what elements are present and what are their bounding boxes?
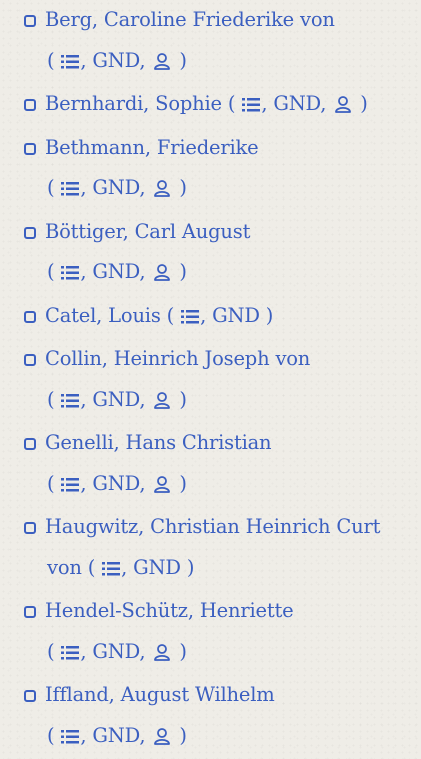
- person-name-link[interactable]: Collin, Heinrich Joseph von: [45, 347, 310, 370]
- person-name-link[interactable]: Berg, Caroline Friederike von: [45, 8, 335, 31]
- person-icon[interactable]: [153, 171, 171, 212]
- close-paren: ): [179, 49, 186, 72]
- close-paren: ): [179, 260, 186, 283]
- person-name-link[interactable]: Bethmann, Friederike: [45, 136, 258, 159]
- gnd-link[interactable]: GND: [273, 92, 320, 115]
- person-name-link[interactable]: Iffland, August Wilhelm: [45, 683, 275, 706]
- person-name-link[interactable]: Haugwitz, Christian Heinrich Curt: [45, 515, 380, 538]
- close-paren: ): [179, 640, 186, 663]
- list-icon[interactable]: [61, 44, 79, 85]
- checkbox-icon[interactable]: [24, 227, 36, 239]
- close-paren: ): [179, 388, 186, 411]
- list-item: Haugwitz, Christian Heinrich Curt von ( …: [24, 507, 414, 591]
- person-name-link[interactable]: Böttiger, Carl August: [45, 220, 250, 243]
- person-name-link[interactable]: Bernhardi, Sophie: [45, 92, 222, 115]
- open-paren: (: [47, 260, 54, 283]
- person-icon[interactable]: [334, 87, 352, 128]
- list-item: Hendel-Schütz, Henriette ( , GND, ): [24, 591, 414, 675]
- checkbox-icon[interactable]: [24, 606, 36, 618]
- checkbox-icon[interactable]: [24, 438, 36, 450]
- person-name-link[interactable]: Catel, Louis: [45, 304, 161, 327]
- close-paren: ): [179, 176, 186, 199]
- person-icon[interactable]: [153, 255, 171, 296]
- list-icon[interactable]: [61, 255, 79, 296]
- person-name-link-continued[interactable]: von: [47, 556, 82, 579]
- person-icon[interactable]: [153, 44, 171, 85]
- list-item: Berg, Caroline Friederike von ( , GND, ): [24, 0, 414, 84]
- open-paren: (: [47, 724, 54, 747]
- gnd-link[interactable]: GND: [92, 640, 139, 663]
- person-icon[interactable]: [153, 635, 171, 676]
- close-paren: ): [360, 92, 367, 115]
- list-item: Böttiger, Carl August ( , GND, ): [24, 212, 414, 296]
- open-paren: (: [47, 640, 54, 663]
- list-item: Catel, Louis ( , GND ): [24, 296, 414, 340]
- open-paren: (: [47, 176, 54, 199]
- list-icon[interactable]: [61, 719, 79, 759]
- checkbox-icon[interactable]: [24, 15, 36, 27]
- list-item: Bethmann, Friederike ( , GND, ): [24, 128, 414, 212]
- close-paren: ): [179, 724, 186, 747]
- person-icon[interactable]: [153, 383, 171, 424]
- close-paren: ): [179, 472, 186, 495]
- checkbox-icon[interactable]: [24, 354, 36, 366]
- list-icon[interactable]: [61, 467, 79, 508]
- list-item: Iffland, August Wilhelm ( , GND, ): [24, 675, 414, 759]
- checkbox-icon[interactable]: [24, 522, 36, 534]
- list-icon[interactable]: [102, 551, 120, 592]
- open-paren: (: [47, 388, 54, 411]
- list-item: Bernhardi, Sophie ( , GND, ): [24, 84, 414, 128]
- close-paren: ): [266, 304, 273, 327]
- checkbox-icon[interactable]: [24, 143, 36, 155]
- gnd-link[interactable]: GND: [92, 388, 139, 411]
- person-icon[interactable]: [153, 467, 171, 508]
- list-icon[interactable]: [61, 383, 79, 424]
- gnd-link[interactable]: GND: [212, 304, 260, 327]
- gnd-link[interactable]: GND: [133, 556, 181, 579]
- open-paren: (: [228, 92, 235, 115]
- gnd-link[interactable]: GND: [92, 260, 139, 283]
- gnd-link[interactable]: GND: [92, 49, 139, 72]
- open-paren: (: [47, 472, 54, 495]
- gnd-link[interactable]: GND: [92, 724, 139, 747]
- person-icon[interactable]: [153, 719, 171, 759]
- open-paren: (: [88, 556, 95, 579]
- list-item: Collin, Heinrich Joseph von ( , GND, ): [24, 339, 414, 423]
- list-icon[interactable]: [181, 299, 199, 340]
- person-list: Berg, Caroline Friederike von ( , GND, )…: [24, 0, 414, 759]
- checkbox-icon[interactable]: [24, 311, 36, 323]
- gnd-link[interactable]: GND: [92, 472, 139, 495]
- checkbox-icon[interactable]: [24, 690, 36, 702]
- checkbox-icon[interactable]: [24, 99, 36, 111]
- list-icon[interactable]: [61, 171, 79, 212]
- person-name-link[interactable]: Hendel-Schütz, Henriette: [45, 599, 293, 622]
- close-paren: ): [187, 556, 194, 579]
- list-icon[interactable]: [61, 635, 79, 676]
- person-name-link[interactable]: Genelli, Hans Christian: [45, 431, 271, 454]
- list-icon[interactable]: [242, 87, 260, 128]
- gnd-link[interactable]: GND: [92, 176, 139, 199]
- open-paren: (: [47, 49, 54, 72]
- open-paren: (: [167, 304, 174, 327]
- list-item: Genelli, Hans Christian ( , GND, ): [24, 423, 414, 507]
